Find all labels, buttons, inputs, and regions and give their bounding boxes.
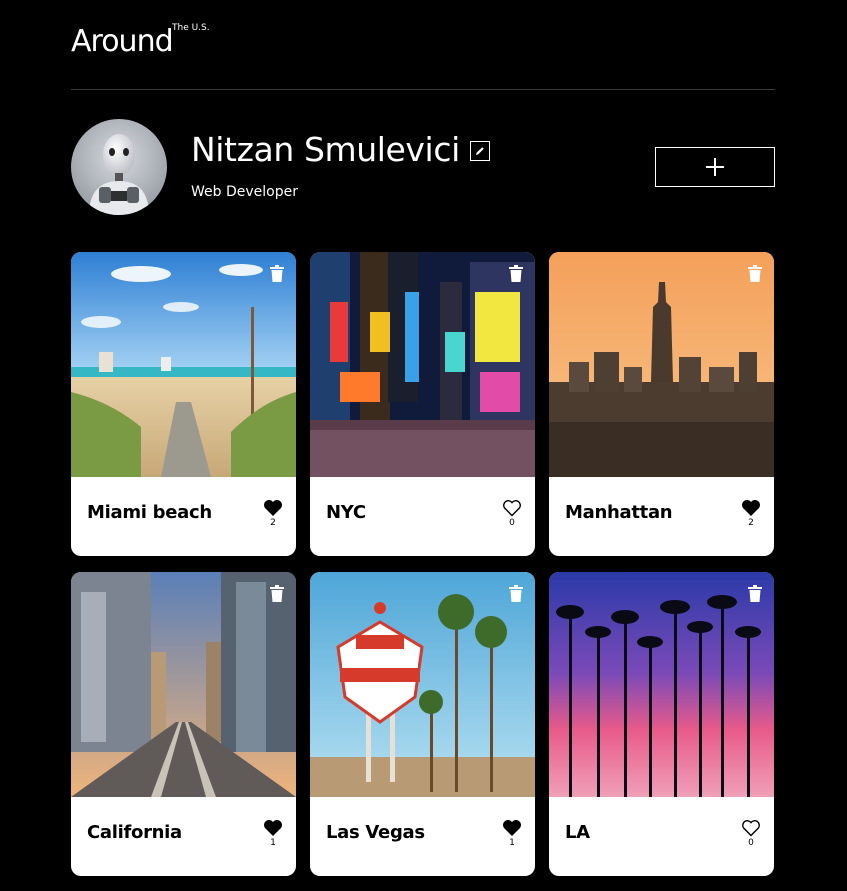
- heart-icon[interactable]: [741, 499, 761, 517]
- add-card-button[interactable]: [655, 147, 775, 187]
- card-title: NYC: [326, 502, 366, 523]
- card: NYC 0: [310, 252, 535, 556]
- trash-icon[interactable]: [748, 585, 762, 602]
- card-image-miami-beach[interactable]: [71, 252, 296, 477]
- like-count: 2: [270, 518, 276, 528]
- profile-name: Nitzan Smulevici: [191, 130, 460, 169]
- trash-icon[interactable]: [270, 585, 284, 602]
- card: Manhattan 2: [549, 252, 774, 556]
- heart-icon[interactable]: [263, 499, 283, 517]
- like-group: 0: [501, 499, 523, 528]
- card-image-nyc[interactable]: [310, 252, 535, 477]
- logo-superscript: The U.S.: [172, 23, 210, 33]
- card-title: California: [87, 822, 182, 843]
- card: Miami beach 2: [71, 252, 296, 556]
- logo: Around: [71, 24, 174, 59]
- site-header: Around The U.S.: [71, 22, 775, 90]
- card-title: Las Vegas: [326, 822, 425, 843]
- cards-grid: Miami beach 2 NYC 0 Manhattan 2 Californ…: [71, 252, 775, 876]
- like-group: 0: [740, 819, 762, 848]
- trash-icon[interactable]: [748, 265, 762, 282]
- heart-icon[interactable]: [502, 499, 522, 517]
- like-count: 2: [748, 518, 754, 528]
- card-title: Miami beach: [87, 502, 212, 523]
- profile-job: Web Developer: [191, 184, 298, 200]
- avatar-image: [71, 119, 167, 215]
- card: LA 0: [549, 572, 774, 876]
- card: California 1: [71, 572, 296, 876]
- card-title: LA: [565, 822, 590, 843]
- card-image-las-vegas[interactable]: [310, 572, 535, 797]
- card-image-california[interactable]: [71, 572, 296, 797]
- avatar[interactable]: [71, 119, 167, 215]
- pencil-icon: [476, 147, 484, 155]
- card-image-manhattan[interactable]: [549, 252, 774, 477]
- like-group: 1: [501, 819, 523, 848]
- like-count: 1: [509, 838, 515, 848]
- heart-icon[interactable]: [741, 819, 761, 837]
- heart-icon[interactable]: [502, 819, 522, 837]
- like-group: 2: [262, 499, 284, 528]
- like-count: 0: [748, 838, 754, 848]
- like-group: 1: [262, 819, 284, 848]
- plus-icon: [706, 158, 724, 176]
- card: Las Vegas 1: [310, 572, 535, 876]
- heart-icon[interactable]: [263, 819, 283, 837]
- trash-icon[interactable]: [509, 265, 523, 282]
- like-count: 0: [509, 518, 515, 528]
- edit-profile-button[interactable]: [470, 141, 490, 161]
- card-image-la[interactable]: [549, 572, 774, 797]
- trash-icon[interactable]: [270, 265, 284, 282]
- card-title: Manhattan: [565, 502, 673, 523]
- like-count: 1: [270, 838, 276, 848]
- like-group: 2: [740, 499, 762, 528]
- trash-icon[interactable]: [509, 585, 523, 602]
- profile-section: Nitzan Smulevici Web Developer: [71, 119, 775, 215]
